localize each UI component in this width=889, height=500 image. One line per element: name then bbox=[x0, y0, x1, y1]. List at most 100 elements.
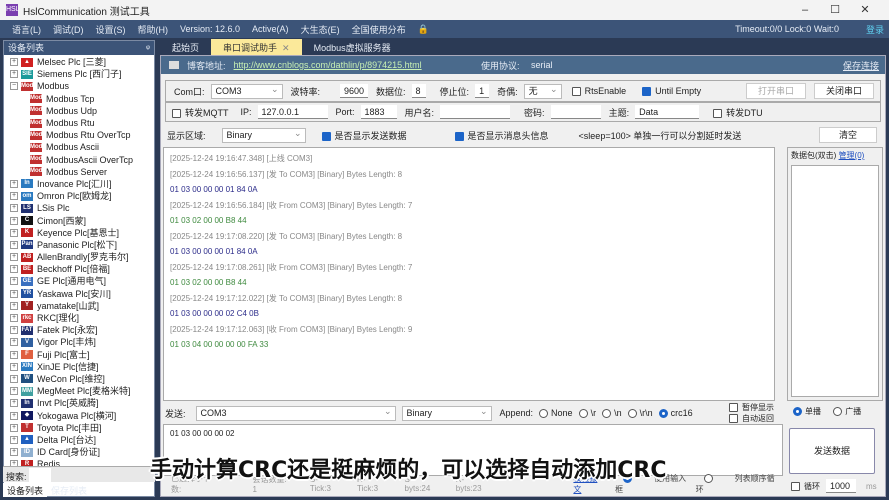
tree-item[interactable]: + ▲ Melsec Plc [三菱] bbox=[4, 56, 154, 68]
ip-input[interactable]: 127.0.0.1 bbox=[257, 105, 328, 119]
tree-item[interactable]: − Mod Modbus bbox=[4, 80, 154, 92]
clear-button[interactable]: 清空 bbox=[819, 127, 877, 143]
expand-icon[interactable]: + bbox=[10, 374, 18, 383]
tree-item[interactable]: + XIN XinJE Plc[信捷] bbox=[4, 361, 154, 373]
tree-item[interactable]: Mod Modbus Rtu OverTcp bbox=[4, 129, 154, 141]
unicast-radio[interactable]: 单播 bbox=[787, 407, 821, 417]
auto-return-checkbox[interactable]: 自动返回 bbox=[729, 413, 774, 424]
manage-link[interactable]: 管理(0) bbox=[839, 151, 865, 160]
tree-item[interactable]: + AB AllenBrandly[罗克韦尔] bbox=[4, 251, 154, 263]
send-target-select[interactable]: COM3 bbox=[195, 405, 396, 421]
expand-icon[interactable]: + bbox=[10, 70, 18, 79]
collapse-icon[interactable]: − bbox=[10, 82, 18, 91]
loop-checkbox[interactable]: 循环 bbox=[791, 481, 820, 492]
password-input[interactable] bbox=[550, 105, 601, 119]
tree-item[interactable]: Mod Modbus Server bbox=[4, 166, 154, 178]
show-head-checkbox[interactable]: 是否显示消息头信息 bbox=[454, 129, 549, 142]
expand-icon[interactable]: + bbox=[10, 179, 18, 188]
tree-item[interactable]: + Pan Panasonic Plc[松下] bbox=[4, 239, 154, 251]
lock-icon[interactable]: 🔒 bbox=[418, 24, 429, 35]
expand-icon[interactable]: + bbox=[10, 387, 18, 396]
expand-icon[interactable]: + bbox=[10, 411, 18, 420]
expand-icon[interactable]: + bbox=[10, 448, 18, 457]
show-send-checkbox[interactable]: 是否显示发送数据 bbox=[321, 129, 407, 142]
tree-item[interactable]: Mod Modbus Tcp bbox=[4, 93, 154, 105]
until-empty-checkbox[interactable]: Until Empty bbox=[642, 86, 701, 97]
tree-item[interactable]: + FAT Fatek Plc[永宏] bbox=[4, 324, 154, 336]
menu-item[interactable]: Active(A) bbox=[252, 24, 289, 34]
tree-item[interactable]: + C Cimon[西蒙] bbox=[4, 214, 154, 226]
tree-item[interactable]: Mod Modbus Ascii bbox=[4, 141, 154, 153]
broadcast-radio[interactable]: 广播 bbox=[827, 407, 861, 417]
port-input[interactable]: 1883 bbox=[360, 105, 397, 119]
append-radio[interactable]: \r\n bbox=[622, 408, 653, 419]
expand-icon[interactable]: + bbox=[10, 204, 18, 213]
tree-item[interactable]: Mod Modbus Rtu bbox=[4, 117, 154, 129]
tree-item[interactable]: + In Invt Plc[英威腾] bbox=[4, 397, 154, 409]
tab-close-icon[interactable]: ✕ bbox=[282, 43, 290, 53]
expand-icon[interactable]: + bbox=[10, 289, 18, 298]
expand-icon[interactable]: + bbox=[10, 338, 18, 347]
expand-icon[interactable]: + bbox=[10, 265, 18, 274]
packet-list[interactable] bbox=[791, 165, 879, 397]
login-link[interactable]: 登录 bbox=[866, 23, 884, 36]
tree-item[interactable]: + Yyamatake[山武] bbox=[4, 300, 154, 312]
tab-device-list[interactable]: 设备列表 bbox=[3, 483, 48, 497]
baud-input[interactable]: 9600 bbox=[340, 84, 369, 98]
blog-link[interactable]: http://www.cnblogs.com/dathlin/p/8974215… bbox=[234, 60, 422, 70]
append-radio[interactable]: None bbox=[533, 408, 573, 419]
tree-item[interactable]: + T Toyota Plc[丰田] bbox=[4, 422, 154, 434]
append-radio[interactable]: crc16 bbox=[653, 408, 693, 419]
menu-item[interactable]: 调试(D) bbox=[53, 23, 84, 36]
expand-icon[interactable]: + bbox=[10, 326, 18, 335]
list-loop-radio[interactable]: 列表顺序循环 bbox=[696, 473, 783, 495]
stop-bits-input[interactable]: 1 bbox=[475, 84, 490, 98]
expand-icon[interactable]: + bbox=[10, 253, 18, 262]
minimize-button[interactable]: – bbox=[790, 2, 820, 18]
tree-item[interactable]: + K Keyence Plc[基恩士] bbox=[4, 227, 154, 239]
expand-icon[interactable]: + bbox=[10, 216, 18, 225]
topic-input[interactable]: Data bbox=[635, 105, 700, 119]
expand-icon[interactable]: + bbox=[10, 192, 18, 201]
tree-item[interactable]: + YR Yaskawa Plc[安川] bbox=[4, 288, 154, 300]
expand-icon[interactable]: + bbox=[10, 350, 18, 359]
parity-select[interactable]: 无 bbox=[523, 83, 562, 99]
menu-item[interactable]: 大生态(E) bbox=[301, 23, 340, 36]
expand-icon[interactable]: + bbox=[10, 362, 18, 371]
tree-item[interactable]: + W WeCon Plc[维控] bbox=[4, 373, 154, 385]
data-bits-input[interactable]: 8 bbox=[411, 84, 426, 98]
tree-item[interactable]: + ID ID Card[身份证] bbox=[4, 446, 154, 458]
open-port-button[interactable]: 打开串口 bbox=[746, 83, 806, 99]
tree-item[interactable]: + LS LSis Plc bbox=[4, 202, 154, 214]
tab-start-page[interactable]: 起始页 bbox=[160, 39, 211, 55]
mqtt-checkbox[interactable]: 转发MQTT bbox=[172, 106, 229, 119]
expand-icon[interactable]: + bbox=[10, 301, 18, 310]
expand-icon[interactable]: + bbox=[10, 240, 18, 249]
com-select[interactable]: COM3 bbox=[210, 83, 283, 99]
tab-modbus-server[interactable]: Modbus虚拟服务器 bbox=[302, 39, 403, 55]
expand-icon[interactable]: + bbox=[10, 228, 18, 237]
send-format-select[interactable]: Binary bbox=[401, 405, 492, 421]
menu-item[interactable]: 设置(S) bbox=[96, 23, 126, 36]
tab-serial-debug[interactable]: 串口调试助手 ✕ bbox=[211, 39, 302, 55]
loop-interval-input[interactable]: 1000 bbox=[826, 479, 856, 493]
dtu-checkbox[interactable]: 转发DTU bbox=[713, 106, 763, 119]
save-connection-link[interactable]: 保存连接 bbox=[843, 59, 879, 72]
menu-item[interactable]: 语言(L) bbox=[12, 23, 41, 36]
expand-icon[interactable]: + bbox=[10, 58, 18, 67]
send-data-button[interactable]: 发送数据 bbox=[789, 428, 875, 474]
tree-item[interactable]: + GE GE Plc[通用电气] bbox=[4, 275, 154, 287]
menu-item[interactable]: 全国使用分布 bbox=[352, 23, 406, 36]
display-mode-select[interactable]: Binary bbox=[221, 127, 306, 143]
pin-icon[interactable]: ᵠ bbox=[146, 41, 150, 55]
tree-item[interactable]: + MM MegMeet Plc[麦格米特] bbox=[4, 385, 154, 397]
expand-icon[interactable]: + bbox=[10, 423, 18, 432]
menu-item[interactable]: 帮助(H) bbox=[138, 23, 169, 36]
append-radio[interactable]: \r bbox=[573, 408, 596, 419]
close-port-button[interactable]: 关闭串口 bbox=[814, 83, 874, 99]
expand-icon[interactable]: + bbox=[10, 277, 18, 286]
tree-item[interactable]: Mod Modbus Udp bbox=[4, 105, 154, 117]
search-input[interactable] bbox=[29, 468, 51, 482]
tree-item[interactable]: + ◆ Yokogawa Plc[横河] bbox=[4, 409, 154, 421]
maximize-button[interactable]: ☐ bbox=[820, 2, 850, 18]
